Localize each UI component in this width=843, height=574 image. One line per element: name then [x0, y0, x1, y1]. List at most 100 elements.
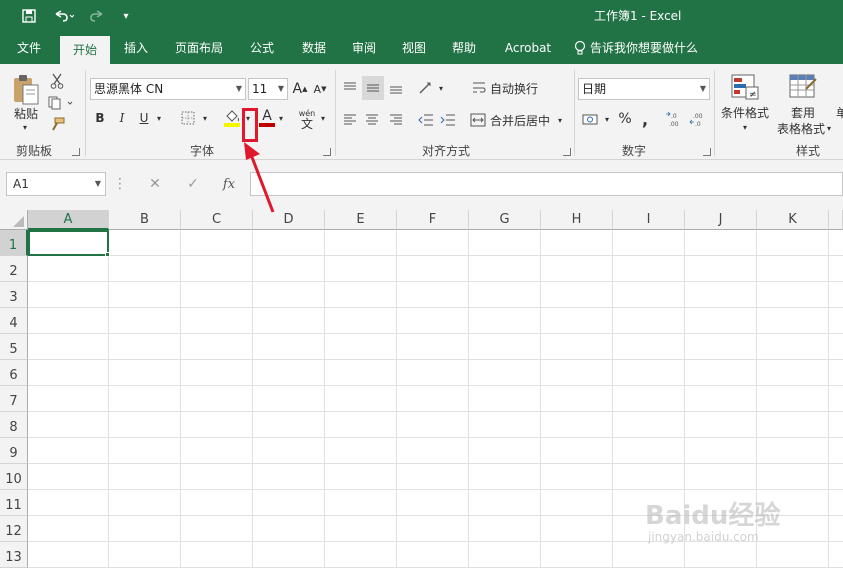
tab-data[interactable]: 数据 — [292, 32, 336, 64]
format-as-table-label-1[interactable]: 套用 — [786, 104, 820, 120]
tab-page-layout[interactable]: 页面布局 — [166, 32, 232, 64]
row-header[interactable]: 13 — [0, 542, 28, 568]
column-header[interactable]: K — [757, 210, 829, 230]
font-launcher-icon[interactable] — [323, 148, 331, 156]
font-name-select[interactable]: 思源黑体 CN ▼ — [90, 78, 246, 100]
row-header[interactable]: 2 — [0, 256, 28, 282]
row-header[interactable]: 4 — [0, 308, 28, 334]
underline-button[interactable]: U — [136, 108, 152, 128]
increase-font-size-button[interactable]: A ▲ — [292, 78, 308, 100]
column-header[interactable]: H — [541, 210, 613, 230]
row-header[interactable]: 12 — [0, 516, 28, 542]
font-size-select[interactable]: 11 ▼ — [248, 78, 288, 100]
comma-style-button[interactable]: , — [638, 108, 652, 130]
column-header[interactable]: G — [469, 210, 541, 230]
align-top-icon[interactable] — [340, 78, 360, 98]
row-header[interactable]: 9 — [0, 438, 28, 464]
row-header[interactable]: 11 — [0, 490, 28, 516]
conditional-formatting-button[interactable]: 条件格式 — [718, 104, 772, 120]
paste-button[interactable]: 粘贴 — [8, 104, 44, 122]
increase-indent-icon[interactable] — [438, 110, 458, 130]
column-header[interactable]: F — [397, 210, 469, 230]
orientation-dropdown-icon[interactable]: ▾ — [436, 78, 446, 98]
orientation-icon[interactable] — [416, 78, 436, 98]
decrease-decimal-icon[interactable]: .00.0 — [688, 108, 710, 130]
row-header[interactable]: 8 — [0, 412, 28, 438]
row-header[interactable]: 5 — [0, 334, 28, 360]
number-launcher-icon[interactable] — [703, 148, 711, 156]
underline-dropdown-icon[interactable]: ▾ — [154, 108, 164, 128]
row-header[interactable]: 3 — [0, 282, 28, 308]
clipboard-launcher-icon[interactable] — [72, 148, 80, 156]
bold-button[interactable]: B — [92, 108, 108, 128]
select-all-button[interactable] — [0, 210, 28, 230]
font-color-dropdown-icon[interactable]: ▾ — [276, 108, 286, 128]
save-icon[interactable] — [18, 6, 40, 26]
cell-styles-button[interactable]: 单 — [836, 104, 843, 120]
decrease-indent-icon[interactable] — [416, 110, 436, 130]
copy-icon[interactable] — [46, 94, 76, 112]
cancel-entry-button[interactable]: ✕ — [146, 176, 164, 192]
format-as-table-text-2: 表格格式 — [776, 121, 825, 136]
conditional-formatting-dropdown-icon[interactable]: ▾ — [738, 120, 752, 134]
confirm-glyph: ✓ — [187, 176, 199, 192]
decrease-font-size-button[interactable]: A ▼ — [312, 78, 328, 100]
tell-me-label: 告诉我你想要做什么 — [590, 41, 699, 55]
increase-decimal-icon[interactable]: .0.00 — [664, 108, 686, 130]
fill-color-button[interactable] — [222, 106, 242, 130]
confirm-entry-button[interactable]: ✓ — [184, 176, 202, 192]
tab-home[interactable]: 开始 — [60, 36, 110, 64]
customize-quick-access-icon[interactable]: ▾ — [118, 6, 134, 26]
format-as-table-button[interactable]: 表格格式 ▾ — [772, 120, 836, 136]
formula-input[interactable] — [250, 172, 843, 196]
column-header-partial[interactable] — [829, 210, 843, 230]
row-header[interactable]: 1 — [0, 230, 28, 256]
phonetic-guide-button[interactable]: wén 文 — [296, 106, 318, 132]
column-header[interactable]: A — [28, 210, 109, 230]
merge-center-button[interactable]: 合并后居中 ▾ — [470, 110, 568, 130]
tab-formulas[interactable]: 公式 — [240, 32, 284, 64]
cut-icon[interactable] — [48, 72, 66, 90]
column-header[interactable]: B — [109, 210, 181, 230]
wrap-text-button[interactable]: 自动换行 — [472, 78, 544, 98]
font-color-button[interactable]: A — [258, 106, 276, 130]
alignment-launcher-icon[interactable] — [563, 148, 571, 156]
fill-handle[interactable] — [105, 252, 110, 257]
column-header[interactable]: J — [685, 210, 757, 230]
number-format-select[interactable]: 日期 ▼ — [578, 78, 710, 100]
percent-style-button[interactable]: % — [616, 108, 634, 130]
italic-button[interactable]: I — [114, 108, 130, 128]
conditional-formatting-icon[interactable]: ≠ — [728, 72, 762, 102]
undo-icon[interactable] — [48, 6, 78, 26]
redo-icon[interactable] — [84, 6, 114, 26]
tab-review[interactable]: 审阅 — [342, 32, 386, 64]
insert-function-button[interactable]: fx — [218, 176, 240, 192]
align-middle-icon[interactable] — [362, 76, 384, 100]
accounting-format-icon[interactable] — [580, 108, 602, 130]
border-dropdown-icon[interactable]: ▾ — [200, 108, 210, 128]
tab-insert[interactable]: 插入 — [114, 32, 158, 64]
align-right-icon[interactable] — [386, 110, 406, 130]
active-cell-a1[interactable] — [28, 230, 109, 256]
border-icon[interactable] — [178, 108, 198, 128]
paste-icon[interactable] — [8, 72, 44, 108]
accounting-dropdown-icon[interactable]: ▾ — [602, 108, 612, 130]
row-header[interactable]: 10 — [0, 464, 28, 490]
name-box[interactable]: A1 ▼ — [6, 172, 106, 196]
tab-help[interactable]: 帮助 — [442, 32, 486, 64]
format-as-table-icon[interactable] — [786, 72, 820, 102]
row-header[interactable]: 6 — [0, 360, 28, 386]
column-header[interactable]: E — [325, 210, 397, 230]
phonetic-dropdown-icon[interactable]: ▾ — [318, 108, 328, 128]
tab-acrobat[interactable]: Acrobat — [498, 32, 558, 64]
tab-file[interactable]: 文件 — [6, 32, 52, 64]
paste-dropdown-icon[interactable]: ▾ — [18, 122, 32, 132]
tab-view[interactable]: 视图 — [392, 32, 436, 64]
column-header[interactable]: I — [613, 210, 685, 230]
row-header[interactable]: 7 — [0, 386, 28, 412]
align-left-icon[interactable] — [340, 110, 360, 130]
format-painter-icon[interactable] — [48, 116, 66, 134]
tell-me-search[interactable]: 告诉我你想要做什么 — [574, 32, 714, 64]
align-center-icon[interactable] — [362, 110, 382, 130]
align-bottom-icon[interactable] — [386, 78, 406, 98]
